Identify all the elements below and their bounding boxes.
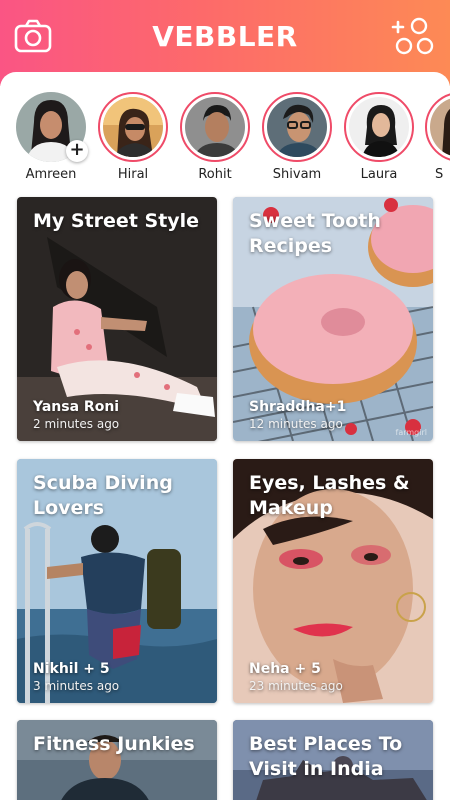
card-time: 23 minutes ago <box>249 679 343 693</box>
stories-bar: + Amreen Hiral Rohit Shivam Laura S <box>0 92 450 188</box>
story-name: Hiral <box>117 167 149 182</box>
story-hiral[interactable]: Hiral <box>97 92 169 182</box>
story-name: Amreen <box>25 167 77 182</box>
card-time: 2 minutes ago <box>33 417 120 431</box>
avatar <box>430 97 450 157</box>
group-card-fitness[interactable]: Fitness Junkies <box>17 720 217 800</box>
card-time: 12 minutes ago <box>249 417 343 431</box>
group-card-scuba-diving[interactable]: Scuba Diving Lovers Nikhil + 5 3 minutes… <box>17 459 217 703</box>
card-author: Neha + 5 <box>249 661 321 677</box>
card-title: Eyes, Lashes & Makeup <box>249 472 410 519</box>
card-title: Scuba Diving Lovers <box>33 472 173 519</box>
group-card-sweet-tooth[interactable]: Sweet Tooth Recipes Shraddha+1 12 minute… <box>233 197 433 441</box>
story-laura[interactable]: Laura <box>343 92 415 182</box>
app-title: VEBBLER <box>152 20 298 53</box>
avatar <box>185 97 245 157</box>
story-amreen[interactable]: + Amreen <box>15 92 88 182</box>
card-title: Sweet Tooth Recipes <box>249 210 381 257</box>
group-card-places-india[interactable]: Best Places To Visit in India <box>233 720 433 800</box>
watermark: farmgirl <box>395 428 427 437</box>
card-title: Fitness Junkies <box>33 733 195 755</box>
group-card-street-style[interactable]: My Street Style Yansa Roni 2 minutes ago <box>17 197 217 441</box>
story-partial[interactable]: S <box>425 92 450 182</box>
card-title: Best Places To Visit in India <box>249 733 403 780</box>
card-title: My Street Style <box>33 210 200 232</box>
story-rohit[interactable]: Rohit <box>179 92 251 182</box>
story-shivam[interactable]: Shivam <box>261 92 333 182</box>
story-name: Laura <box>360 167 398 182</box>
card-time: 3 minutes ago <box>33 679 120 693</box>
avatar <box>267 97 327 157</box>
avatar <box>103 97 163 157</box>
story-name: Rohit <box>198 167 232 182</box>
add-group-icon[interactable] <box>390 17 436 57</box>
story-name: Shivam <box>272 167 322 182</box>
add-story-icon[interactable]: + <box>66 140 88 162</box>
card-author: Yansa Roni <box>33 399 120 415</box>
group-card-makeup[interactable]: Eyes, Lashes & Makeup Neha + 5 23 minute… <box>233 459 433 703</box>
card-author: Nikhil + 5 <box>33 661 110 677</box>
story-name: S <box>435 167 444 182</box>
avatar <box>349 97 409 157</box>
card-author: Shraddha+1 <box>249 399 347 415</box>
